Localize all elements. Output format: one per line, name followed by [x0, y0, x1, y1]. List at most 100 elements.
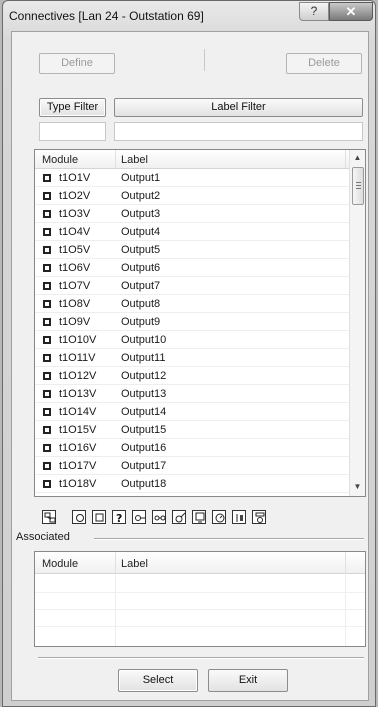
delete-button[interactable]: Delete	[286, 53, 362, 74]
row-label: Output17	[121, 460, 167, 472]
module-status-icon	[43, 192, 51, 200]
row-module: t1O10V	[59, 334, 97, 346]
module-status-icon	[43, 354, 51, 362]
column-separator	[345, 552, 346, 573]
module-status-icon	[43, 372, 51, 380]
table-row[interactable]: t1O2V Output2	[35, 188, 349, 205]
row-line	[35, 384, 349, 385]
row-module: t1O18V	[59, 478, 97, 490]
row-line	[35, 438, 349, 439]
table-row[interactable]: t1O1V Output1	[35, 170, 349, 187]
exit-button[interactable]: Exit	[208, 669, 288, 692]
table-row[interactable]: t1O10V Output10	[35, 332, 349, 349]
row-line	[35, 222, 349, 223]
vertical-scrollbar[interactable]: ▲ ▼	[349, 150, 365, 496]
label-filter-input[interactable]	[114, 122, 363, 141]
table-row[interactable]: t1O5V Output5	[35, 242, 349, 259]
table-row[interactable]: t1O3V Output3	[35, 206, 349, 223]
label-filter-button[interactable]: Label Filter	[114, 98, 363, 117]
table-row[interactable]: t1O11V Output11	[35, 350, 349, 367]
module-status-icon	[43, 336, 51, 344]
table-row[interactable]: t1O15V Output15	[35, 422, 349, 439]
table-row[interactable]: t1O17V Output17	[35, 458, 349, 475]
row-module: t1O5V	[59, 244, 91, 256]
table-row[interactable]: t1O12V Output12	[35, 368, 349, 385]
row-module: t1O3V	[59, 208, 91, 220]
column-header-label[interactable]: Label	[121, 154, 148, 166]
row-label: Output14	[121, 406, 167, 418]
associated-table-header: Module Label	[35, 552, 365, 574]
svg-text:?: ?	[116, 512, 122, 525]
row-label: Output7	[121, 280, 161, 292]
input-icon[interactable]	[72, 510, 86, 524]
title-bar[interactable]: Connectives [Lan 24 - Outstation 69] ? ✕	[3, 1, 375, 31]
display-icon[interactable]	[192, 510, 206, 524]
row-module: t1O16V	[59, 442, 97, 454]
type-filter-button[interactable]: Type Filter	[39, 98, 106, 117]
module-status-icon	[43, 282, 51, 290]
column-separator	[345, 150, 346, 168]
sensor-icon[interactable]	[172, 510, 186, 524]
connector-icon[interactable]	[132, 510, 146, 524]
module-status-icon	[43, 246, 51, 254]
table-row[interactable]: t1O4V Output4	[35, 224, 349, 241]
table-row[interactable]: t1O7V Output7	[35, 278, 349, 295]
row-label: Output1	[121, 172, 161, 184]
row-module: t1O17V	[59, 460, 97, 472]
column-header-module[interactable]: Module	[42, 154, 78, 166]
scroll-up-arrow[interactable]: ▲	[350, 153, 365, 162]
scroll-down-arrow[interactable]: ▼	[350, 482, 365, 491]
row-module: t1O8V	[59, 298, 91, 310]
associated-column-header-module[interactable]: Module	[42, 558, 78, 570]
module-status-icon	[43, 444, 51, 452]
help-unknown-icon[interactable]: ?	[112, 510, 126, 525]
logic-icon[interactable]	[252, 510, 266, 524]
toolbar-divider	[204, 49, 205, 71]
row-module: t1O6V	[59, 262, 91, 274]
group-line	[94, 538, 364, 539]
row-label: Output4	[121, 226, 161, 238]
table-row[interactable]: t1O16V Output16	[35, 440, 349, 457]
row-label: Output12	[121, 370, 167, 382]
timer-icon[interactable]	[212, 510, 226, 524]
row-line	[35, 294, 349, 295]
module-status-icon	[43, 300, 51, 308]
scrollbar-thumb[interactable]	[352, 167, 364, 205]
row-label: Output2	[121, 190, 161, 202]
table-row[interactable]: t1O18V Output18	[35, 476, 349, 493]
row-label: Output16	[121, 442, 167, 454]
define-button[interactable]: Define	[39, 53, 115, 74]
row-module: t1O13V	[59, 388, 97, 400]
module-status-icon	[43, 228, 51, 236]
help-button[interactable]: ?	[299, 2, 329, 21]
row-line	[35, 366, 349, 367]
module-types-icon[interactable]	[42, 510, 56, 524]
close-button[interactable]: ✕	[329, 2, 373, 21]
module-status-icon	[43, 480, 51, 488]
client-area: Define Delete Type Filter Label Filter M…	[11, 31, 369, 701]
row-label: Output11	[121, 352, 166, 364]
schedule-icon[interactable]	[232, 510, 246, 524]
output-icon[interactable]	[92, 510, 106, 524]
row-module: t1O2V	[59, 190, 91, 202]
row-label: Output3	[121, 208, 161, 220]
table-row[interactable]: t1O8V Output8	[35, 296, 349, 313]
column-separator	[115, 150, 116, 168]
module-status-icon	[43, 390, 51, 398]
module-status-icon	[43, 408, 51, 416]
table-row[interactable]: t1O9V Output9	[35, 314, 349, 331]
row-module: t1O15V	[59, 424, 97, 436]
associated-table-body[interactable]	[35, 575, 365, 646]
module-status-icon	[43, 174, 51, 182]
table-row[interactable]: t1O14V Output14	[35, 404, 349, 421]
bottom-separator	[38, 657, 364, 658]
row-label: Output18	[121, 478, 167, 490]
table-row[interactable]: t1O13V Output13	[35, 386, 349, 403]
row-line	[35, 420, 349, 421]
table-row[interactable]: t1O6V Output6	[35, 260, 349, 277]
select-button[interactable]: Select	[118, 669, 198, 692]
type-filter-input[interactable]	[39, 122, 106, 141]
row-line	[35, 258, 349, 259]
associated-column-header-label[interactable]: Label	[121, 558, 148, 570]
double-connector-icon[interactable]	[152, 510, 166, 524]
